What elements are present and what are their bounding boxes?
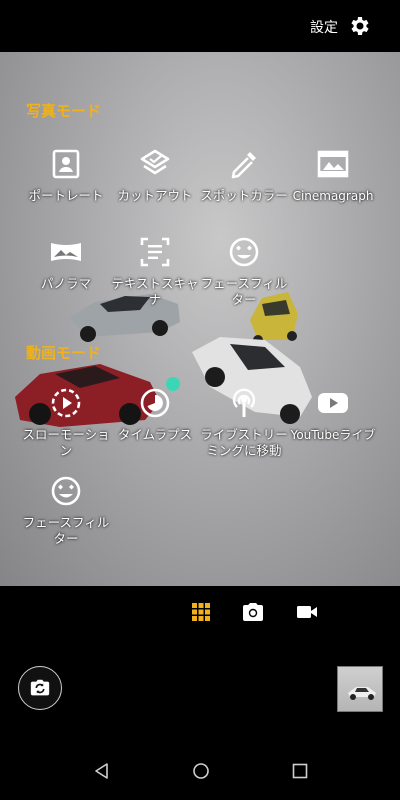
thumbnail-image xyxy=(348,687,376,700)
mode-slow-motion[interactable]: スローモーション xyxy=(19,385,113,459)
mode-label: タイムラプス xyxy=(117,427,193,442)
mode-label: スローモーション xyxy=(22,427,110,458)
cinemagraph-icon xyxy=(317,150,349,178)
mode-label: フェースフィルター xyxy=(200,276,288,307)
video-icon[interactable] xyxy=(295,600,319,624)
live-stream-icon xyxy=(232,388,256,417)
mode-portrait[interactable]: ポートレート xyxy=(19,146,113,204)
mode-face-filter-video[interactable]: フェースフィルター xyxy=(19,473,113,547)
mode-label: ライブストリーミングに移動 xyxy=(200,427,288,458)
home-icon[interactable] xyxy=(192,762,210,780)
switch-camera-icon xyxy=(30,679,50,696)
gallery-thumbnail[interactable] xyxy=(337,666,383,712)
mode-label: ポートレート xyxy=(28,188,104,203)
back-icon[interactable] xyxy=(93,762,111,780)
photo-mode-title: 写真モード xyxy=(26,102,102,120)
bottom-controls xyxy=(0,586,400,800)
mode-label: パノラマ xyxy=(40,276,91,291)
text-scanner-icon xyxy=(140,237,170,267)
mode-timelapse[interactable]: タイムラプス xyxy=(108,385,202,443)
cutout-icon xyxy=(140,149,170,175)
recents-icon[interactable] xyxy=(291,762,309,780)
mode-cinemagraph[interactable]: Cinemagraph xyxy=(286,146,380,204)
panorama-icon xyxy=(51,243,81,261)
mode-panorama[interactable]: パノラマ xyxy=(19,234,113,292)
mode-text-scanner[interactable]: テキストスキャナ xyxy=(108,234,202,308)
mode-label: Cinemagraph xyxy=(292,189,374,203)
portrait-icon xyxy=(52,149,80,179)
mode-label: スポットカラー xyxy=(200,188,288,203)
switch-camera-button[interactable] xyxy=(18,666,62,710)
mode-spot-color[interactable]: スポットカラー xyxy=(197,146,291,204)
mode-face-filter[interactable]: フェースフィルター xyxy=(197,234,291,308)
mode-youtube-live[interactable]: YouTubeライブ xyxy=(286,385,380,443)
youtube-icon xyxy=(318,393,348,413)
video-mode-title: 動画モード xyxy=(26,344,102,362)
timelapse-icon xyxy=(140,388,170,418)
camera-viewfinder[interactable]: 写真モード ポートレート カットアウト スポットカラー Cinemagraph xyxy=(0,52,400,586)
mode-cutout[interactable]: カットアウト xyxy=(108,146,202,204)
mode-label: フェースフィルター xyxy=(22,515,110,546)
settings-label[interactable]: 設定 xyxy=(310,17,338,37)
camera-icon[interactable] xyxy=(241,600,265,624)
top-bar: 設定 xyxy=(0,0,400,52)
grid-icon[interactable] xyxy=(189,600,213,624)
face-filter-icon xyxy=(51,476,81,506)
mode-label: カットアウト xyxy=(117,188,193,203)
dropper-icon xyxy=(231,152,256,179)
mode-label: YouTubeライブ xyxy=(290,428,376,442)
slow-motion-icon xyxy=(51,388,81,418)
mode-live-streaming[interactable]: ライブストリーミングに移動 xyxy=(197,385,291,459)
mode-label: テキストスキャナ xyxy=(111,276,199,307)
face-filter-icon xyxy=(229,237,259,267)
gear-icon[interactable] xyxy=(348,14,372,38)
